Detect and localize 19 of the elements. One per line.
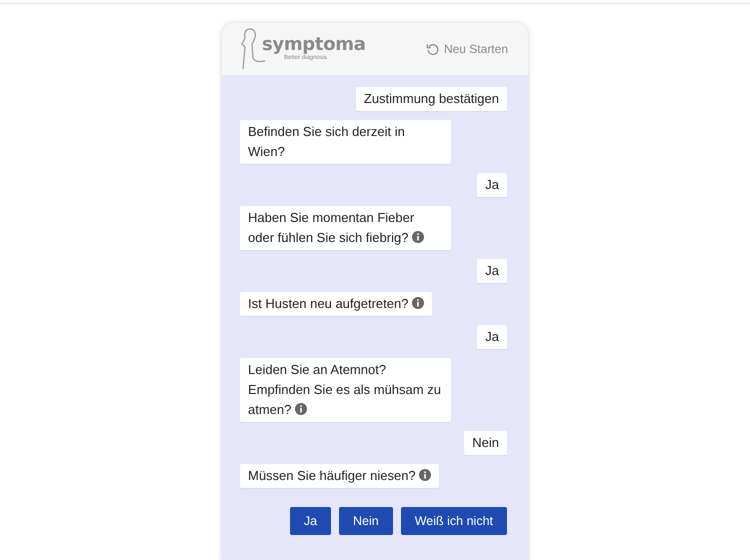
logo-text: symptoma [262,36,366,54]
question-bubble: Ist Husten neu aufgetreten? [240,292,432,316]
question-bubble: Befinden Sie sich derzeit in Wien? [240,120,451,164]
restart-icon [426,42,440,56]
info-icon[interactable] [295,403,307,415]
answer-bubble: Ja [477,325,507,349]
question-bubble: Müssen Sie häufiger niesen? [240,464,440,488]
answer-button[interactable]: Nein [339,507,393,535]
answer-bubble: Ja [477,173,507,197]
question-bubble: Haben Sie momentan Fieber oder fühlen Sie sich fiebrig? [240,206,451,250]
info-icon[interactable] [412,231,424,243]
info-icon[interactable] [419,469,432,481]
answer-button[interactable]: Weiß ich nicht [400,507,507,535]
answer-bubble: Nein [464,431,507,455]
answer-bubble: Zustimmung bestätigen [356,87,507,111]
question-bubble: Leiden Sie an Atemnot? Empfinden Sie es als mühsam zu atmen? [240,358,451,422]
answer-bubble: Ja [477,259,507,283]
info-icon[interactable] [412,297,424,309]
answer-button[interactable]: Ja [290,507,332,535]
